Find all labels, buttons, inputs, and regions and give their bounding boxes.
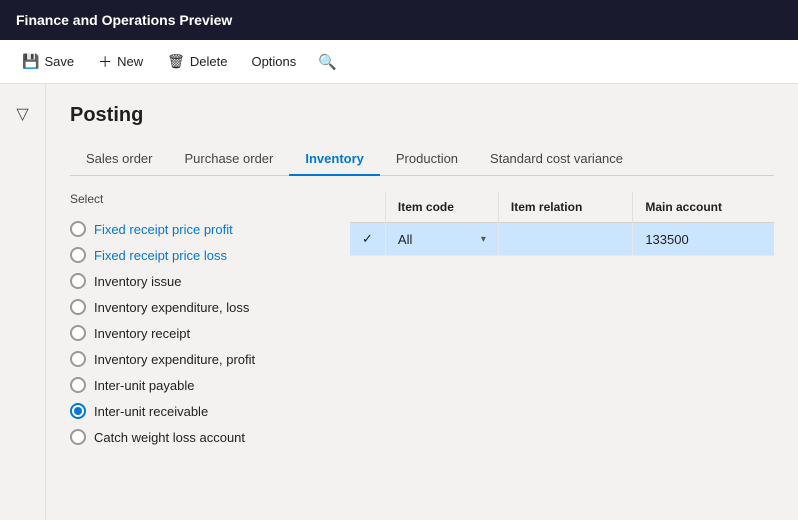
radio-circle-catch-weight-loss	[70, 429, 86, 445]
radio-item-inventory-exp-loss[interactable]: Inventory expenditure, loss	[70, 294, 330, 320]
row-item-relation-0[interactable]	[498, 223, 632, 256]
radio-label-inventory-receipt: Inventory receipt	[94, 326, 190, 341]
content-area: Posting Sales orderPurchase orderInvento…	[46, 84, 798, 520]
filter-icon[interactable]: ▽	[8, 96, 36, 132]
save-icon: 💾	[22, 53, 39, 70]
radio-circle-inter-unit-payable	[70, 377, 86, 393]
table-row-0[interactable]: ✓ All ▾ 133500	[350, 223, 774, 256]
radio-label-inventory-exp-loss: Inventory expenditure, loss	[94, 300, 249, 315]
radio-item-fixed-receipt-profit[interactable]: Fixed receipt price profit	[70, 216, 330, 242]
options-label: Options	[251, 54, 296, 69]
radio-circle-inventory-receipt	[70, 325, 86, 341]
options-button[interactable]: Options	[241, 48, 306, 75]
radio-list: Fixed receipt price profit Fixed receipt …	[70, 216, 330, 450]
col-header-item-relation: Item relation	[498, 192, 632, 223]
new-label: New	[117, 54, 143, 69]
tab-production[interactable]: Production	[380, 143, 474, 176]
radio-circle-inventory-issue	[70, 273, 86, 289]
tab-bar: Sales orderPurchase orderInventoryProduc…	[70, 143, 774, 176]
toolbar: 💾 Save ＋ New 🗑 Delete Options 🔍	[0, 40, 798, 84]
radio-circle-inventory-exp-loss	[70, 299, 86, 315]
select-label: Select	[70, 192, 330, 206]
col-header-check	[350, 192, 385, 223]
row-item-code-0[interactable]: All ▾	[385, 223, 498, 256]
row-main-account-0[interactable]: 133500	[633, 223, 774, 256]
radio-label-inter-unit-payable: Inter-unit payable	[94, 378, 194, 393]
radio-item-fixed-receipt-loss[interactable]: Fixed receipt price loss	[70, 242, 330, 268]
radio-circle-inventory-exp-profit	[70, 351, 86, 367]
table-header-row: Item codeItem relationMain account	[350, 192, 774, 223]
radio-circle-inter-unit-receivable	[70, 403, 86, 419]
radio-link-fixed-receipt-profit[interactable]: Fixed receipt price profit	[94, 222, 233, 237]
main-layout: ▽ Posting Sales orderPurchase orderInven…	[0, 84, 798, 520]
radio-label-inter-unit-receivable: Inter-unit receivable	[94, 404, 208, 419]
tab-purchase-order[interactable]: Purchase order	[168, 143, 289, 176]
save-label: Save	[44, 54, 74, 69]
item-code-value-0: All	[398, 232, 412, 247]
radio-item-catch-weight-loss[interactable]: Catch weight loss account	[70, 424, 330, 450]
tab-sales-order[interactable]: Sales order	[70, 143, 168, 176]
tab-standard-cost[interactable]: Standard cost variance	[474, 143, 639, 176]
top-bar: Finance and Operations Preview	[0, 0, 798, 40]
radio-item-inter-unit-receivable[interactable]: Inter-unit receivable	[70, 398, 330, 424]
app-title: Finance and Operations Preview	[16, 12, 232, 28]
delete-button[interactable]: 🗑 Delete	[157, 47, 237, 76]
radio-item-inter-unit-payable[interactable]: Inter-unit payable	[70, 372, 330, 398]
radio-circle-fixed-receipt-loss	[70, 247, 86, 263]
radio-item-inventory-receipt[interactable]: Inventory receipt	[70, 320, 330, 346]
search-button[interactable]: 🔍	[310, 49, 345, 75]
col-header-main-account: Main account	[633, 192, 774, 223]
radio-label-catch-weight-loss: Catch weight loss account	[94, 430, 245, 445]
radio-link-fixed-receipt-loss[interactable]: Fixed receipt price loss	[94, 248, 227, 263]
right-panel: Item codeItem relationMain account ✓ All ▾…	[350, 192, 774, 508]
radio-item-inventory-exp-profit[interactable]: Inventory expenditure, profit	[70, 346, 330, 372]
sidebar: ▽	[0, 84, 46, 520]
two-col-layout: Select Fixed receipt price profitFixed r…	[70, 192, 774, 508]
left-panel: Select Fixed receipt price profitFixed r…	[70, 192, 350, 508]
radio-circle-fixed-receipt-profit	[70, 221, 86, 237]
search-icon: 🔍	[318, 53, 337, 71]
item-code-dropdown-icon-0[interactable]: ▾	[481, 234, 486, 245]
table-body: ✓ All ▾ 133500	[350, 223, 774, 256]
tab-inventory[interactable]: Inventory	[289, 143, 380, 176]
delete-label: Delete	[190, 54, 228, 69]
radio-label-inventory-issue: Inventory issue	[94, 274, 181, 289]
delete-icon: 🗑	[167, 53, 185, 70]
new-button[interactable]: ＋ New	[88, 46, 153, 78]
radio-item-inventory-issue[interactable]: Inventory issue	[70, 268, 330, 294]
new-icon: ＋	[98, 52, 112, 72]
data-table: Item codeItem relationMain account ✓ All ▾…	[350, 192, 774, 256]
row-check-0: ✓	[350, 223, 385, 256]
col-header-item-code: Item code	[385, 192, 498, 223]
page-title: Posting	[70, 104, 774, 127]
save-button[interactable]: 💾 Save	[12, 47, 84, 76]
radio-label-inventory-exp-profit: Inventory expenditure, profit	[94, 352, 255, 367]
